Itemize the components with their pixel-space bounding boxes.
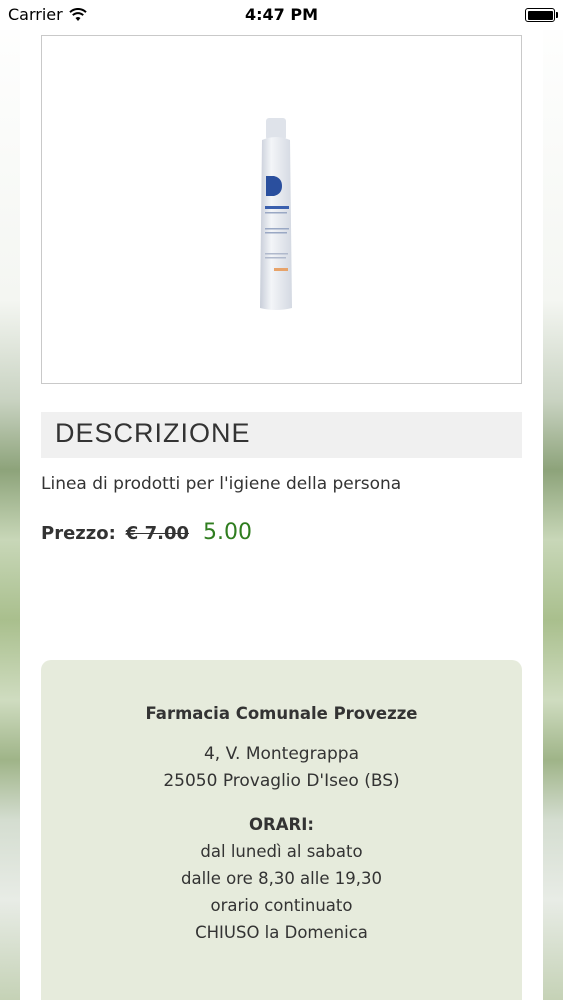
hours-title: ORARI: (249, 815, 314, 834)
battery-level (527, 10, 553, 20)
status-bar: Carrier 4:47 PM (0, 0, 563, 30)
opening-hours: dal lunedì al sabato dalle ore 8,30 alle… (41, 838, 522, 946)
hours-line-3: orario continuato (210, 896, 353, 915)
old-price: € 7.00 (125, 523, 189, 544)
product-image-frame[interactable] (41, 35, 522, 384)
price-label: Prezzo: (41, 523, 116, 544)
price-row: Prezzo: € 7.00 5.00 (41, 520, 252, 545)
hours-line-1: dal lunedì al sabato (200, 842, 363, 861)
pharmacy-address: 4, V. Montegrappa 25050 Provaglio D'Iseo… (41, 741, 522, 795)
description-title: DESCRIZIONE (55, 418, 251, 448)
address-line-1: 4, V. Montegrappa (203, 744, 360, 764)
discounted-price: 5.00 (203, 520, 252, 545)
pharmacy-name: Farmacia Comunale Provezze (145, 704, 418, 723)
hours-line-4: CHIUSO la Domenica (195, 923, 368, 942)
product-description: Linea di prodotti per l'igiene della per… (41, 474, 402, 494)
shampoo-bottle-image (260, 118, 292, 310)
address-line-2: 25050 Provaglio D'Iseo (BS) (163, 771, 400, 791)
clock: 4:47 PM (244, 5, 318, 24)
hours-line-2: dalle ore 8,30 alle 19,30 (181, 869, 382, 888)
pharmacy-info-box: Farmacia Comunale Provezze 4, V. Montegr… (41, 660, 522, 1000)
battery-icon (525, 8, 558, 22)
description-header: DESCRIZIONE (41, 412, 522, 458)
content-panel[interactable]: DESCRIZIONE Linea di prodotti per l'igie… (20, 0, 543, 1000)
